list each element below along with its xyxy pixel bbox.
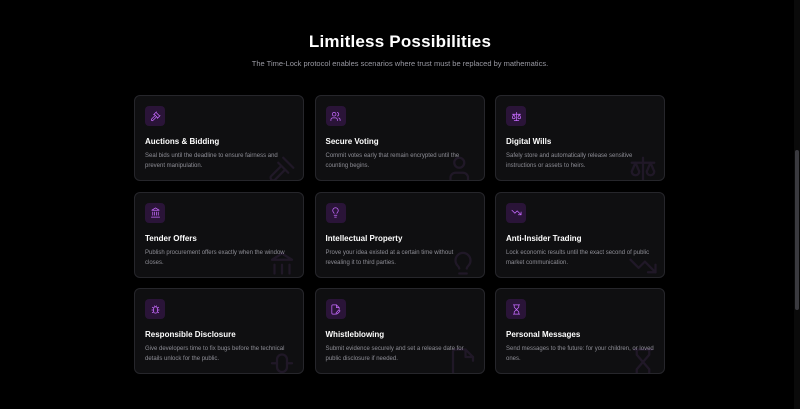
- card-title: Secure Voting: [325, 137, 379, 146]
- possibilities-section: Limitless Possibilities The Time-Lock pr…: [0, 0, 800, 409]
- section-subtitle: The Time-Lock protocol enables scenarios…: [251, 59, 549, 68]
- trending-down-watermark-icon: [628, 251, 658, 277]
- scrollbar-thumb[interactable]: [795, 150, 799, 310]
- card-intellectual-property: Intellectual Property Prove your idea ex…: [314, 191, 485, 278]
- card-digital-wills: Digital Wills Safely store and automatic…: [495, 95, 665, 181]
- card-personal-messages: Personal Messages Send messages to the f…: [495, 288, 665, 374]
- hourglass-watermark-icon: [628, 347, 658, 373]
- card-title: Digital Wills: [506, 137, 552, 146]
- bug-icon: [145, 299, 165, 319]
- landmark-watermark-icon: [267, 251, 297, 277]
- section-title: Limitless Possibilities: [308, 32, 492, 51]
- card-title: Tender Offers: [145, 233, 197, 243]
- trending-down-icon: [506, 202, 526, 223]
- page-scrollbar[interactable]: [794, 0, 800, 409]
- users-icon: [325, 106, 346, 126]
- file-pen-icon: [325, 299, 346, 319]
- card-responsible-disclosure: Responsible Disclosure Give developers t…: [134, 288, 304, 374]
- bug-watermark-icon: [267, 347, 297, 373]
- card-title: Whistleblowing: [325, 330, 385, 339]
- card-title: Anti-Insider Trading: [506, 233, 582, 243]
- landmark-icon: [145, 202, 165, 223]
- lightbulb-watermark-icon: [448, 251, 478, 277]
- card-title: Responsible Disclosure: [145, 330, 236, 339]
- card-tender-offers: Tender Offers Publish procurement offers…: [134, 191, 304, 278]
- file-pen-watermark-icon: [448, 347, 478, 373]
- gavel-icon: [145, 106, 165, 126]
- lightbulb-icon: [325, 202, 346, 223]
- hourglass-icon: [506, 299, 526, 319]
- users-watermark-icon: [448, 154, 478, 180]
- card-whistleblowing: Whistleblowing Submit evidence securely …: [314, 288, 485, 374]
- card-anti-insider-trading: Anti-Insider Trading Lock economic resul…: [495, 191, 665, 278]
- scale-icon: [506, 106, 526, 126]
- scale-watermark-icon: [628, 154, 658, 180]
- card-title: Intellectual Property: [325, 233, 403, 243]
- card-auctions-bidding: Auctions & Bidding Seal bids until the d…: [134, 95, 304, 181]
- use-case-grid: Auctions & Bidding Seal bids until the d…: [134, 95, 665, 374]
- gavel-watermark-icon: [267, 154, 297, 180]
- card-title: Personal Messages: [506, 330, 581, 339]
- card-title: Auctions & Bidding: [145, 137, 220, 146]
- card-secure-voting: Secure Voting Commit votes early that re…: [314, 95, 485, 181]
